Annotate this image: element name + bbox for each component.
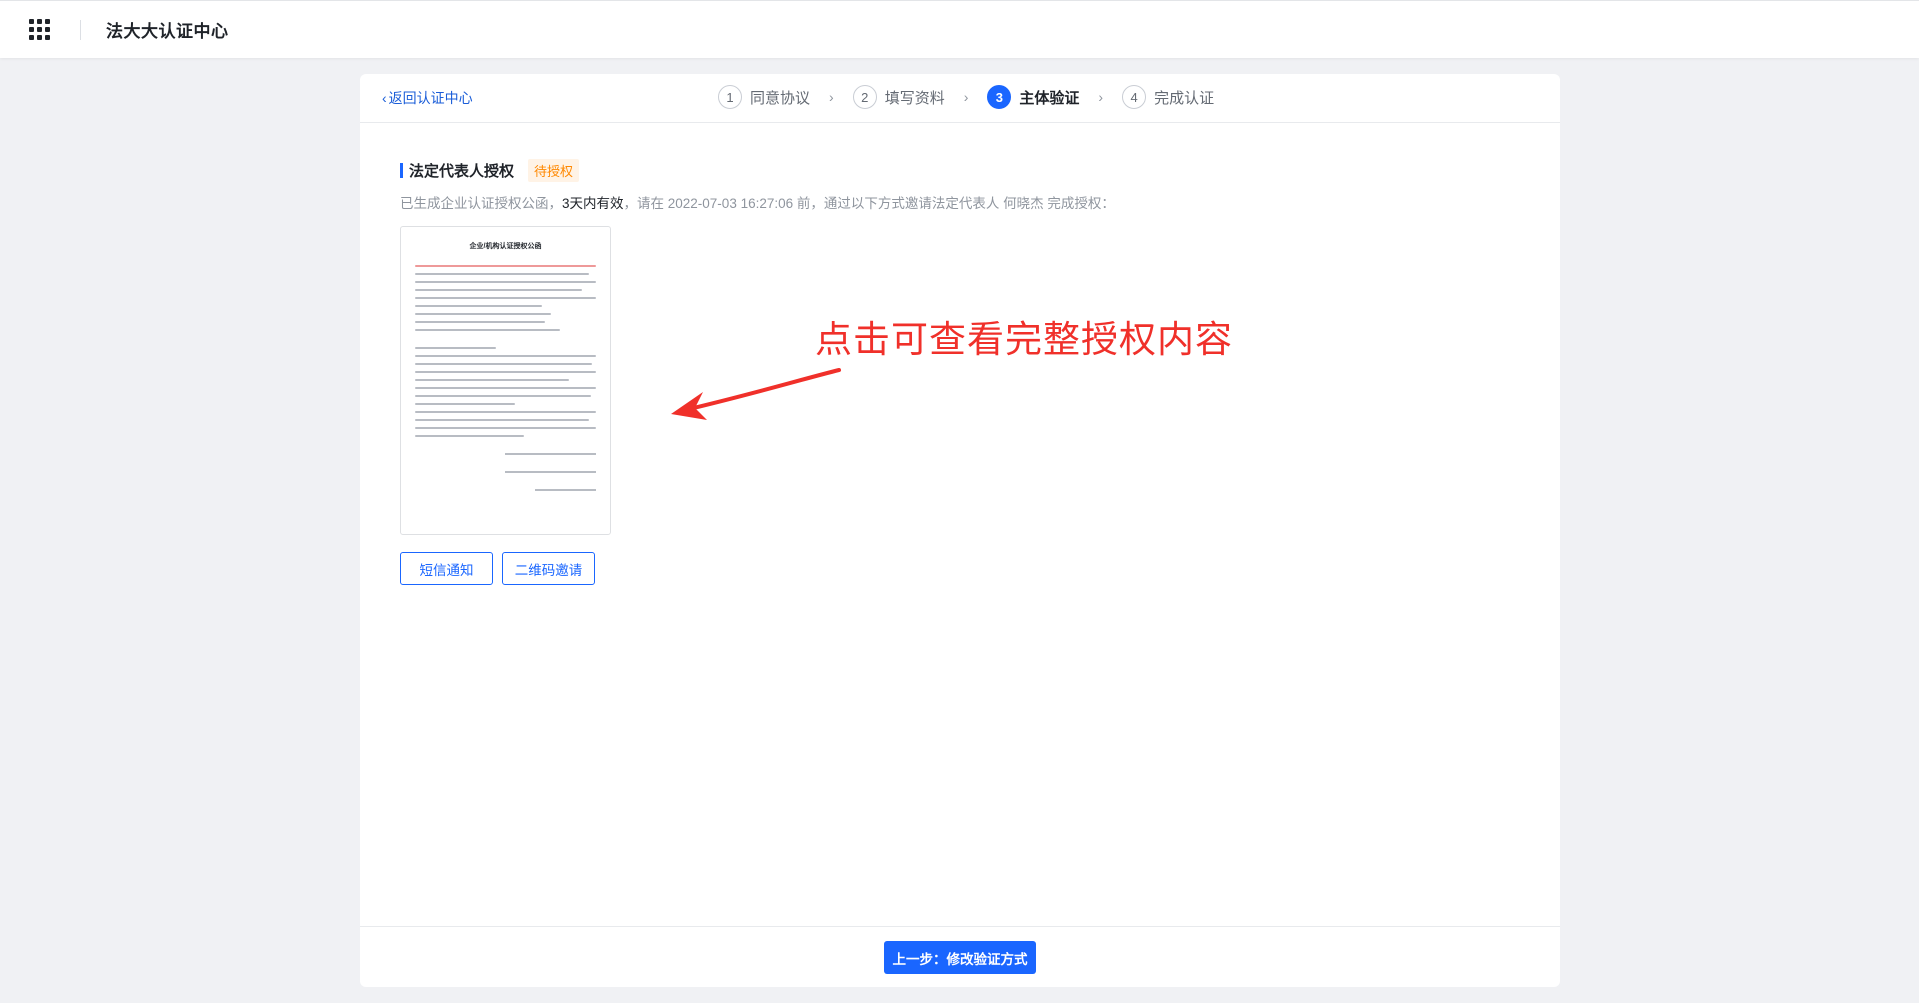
section-title: 法定代表人授权 待授权: [400, 159, 580, 182]
stepper: 1 同意协议 › 2 填写资料 › 3 主体验证 › 4 完成认证: [718, 85, 1214, 109]
chevron-left-icon: ‹: [382, 90, 387, 106]
step-2: 2 填写资料: [852, 85, 945, 109]
document-text-line: [415, 265, 596, 267]
document-signature-line: [505, 471, 596, 473]
document-text-line: [415, 281, 596, 283]
document-title: 企业/机构认证授权公函: [469, 243, 542, 250]
app-title: 法大大认证中心: [106, 22, 229, 41]
step-number: 3: [987, 85, 1012, 109]
divider: [80, 19, 81, 40]
grid-icon[interactable]: [29, 18, 51, 41]
document-text-line: [415, 387, 596, 389]
document-text-line: [415, 411, 596, 413]
step-1: 1 同意协议: [718, 85, 810, 109]
document-text-line: [415, 427, 596, 429]
document-text-line: [415, 363, 593, 365]
qr-invite-button[interactable]: 二维码邀请: [502, 552, 595, 585]
sms-notify-button[interactable]: 短信通知: [400, 552, 493, 585]
document-text-line: [415, 371, 596, 373]
document-text-line: [415, 305, 542, 307]
document-text-line: [415, 321, 546, 323]
back-link-label: 返回认证中心: [388, 90, 473, 106]
section-title-text: 法定代表人授权: [409, 163, 515, 180]
document-text-line: [415, 435, 524, 437]
main-card: ‹ 返回认证中心 1 同意协议 › 2 填写资料 › 3 主体验证 › 4 完成…: [360, 74, 1560, 987]
document-text-line: [415, 329, 560, 331]
step-number: 2: [852, 85, 877, 109]
document-date-line: [535, 489, 596, 491]
arrow-icon: [671, 368, 841, 420]
step-label: 填写资料: [884, 89, 945, 107]
title-accent-bar: [400, 163, 403, 178]
document-text-line: [415, 379, 569, 381]
description: 已生成企业认证授权公函，3天内有效，请在 2022-07-03 16:27:06…: [400, 192, 1115, 212]
document-text-line: [415, 297, 596, 299]
card-footer: 上一步：修改验证方式: [360, 926, 1560, 987]
desc-prefix: 已生成企业认证授权公函，: [400, 196, 562, 211]
document-signature-line: [505, 453, 596, 455]
desc-validity: 3天内有效: [562, 196, 624, 211]
document-text-line: [415, 347, 497, 349]
document-text-line: [415, 273, 589, 275]
annotation-text: 点击可查看完整授权内容: [815, 318, 1233, 361]
document-text-line: [415, 419, 589, 421]
card-header: ‹ 返回认证中心 1 同意协议 › 2 填写资料 › 3 主体验证 › 4 完成…: [360, 74, 1560, 123]
status-badge: 待授权: [528, 159, 580, 182]
step-number: 1: [718, 85, 742, 109]
document-text-line: [415, 313, 551, 315]
previous-step-button[interactable]: 上一步：修改验证方式: [884, 941, 1036, 974]
step-label: 完成认证: [1154, 89, 1215, 107]
step-3: 3 主体验证: [987, 85, 1079, 109]
chevron-right-icon: ›: [1098, 89, 1104, 105]
chevron-right-icon: ›: [963, 89, 969, 105]
step-4: 4 完成认证: [1122, 85, 1214, 109]
document-text-line: [415, 395, 591, 397]
step-label: 主体验证: [1019, 89, 1080, 107]
chevron-right-icon: ›: [829, 89, 834, 105]
step-label: 同意协议: [750, 89, 811, 107]
top-bar: 法大大认证中心: [0, 0, 1919, 58]
document-text-line: [415, 289, 582, 291]
back-link[interactable]: ‹ 返回认证中心: [382, 88, 473, 108]
step-number: 4: [1122, 85, 1147, 109]
desc-middle: ，请在 2022-07-03 16:27:06 前，通过以下方式邀请法定代表人 …: [623, 196, 1115, 211]
authorization-letter-thumbnail[interactable]: 企业/机构认证授权公函: [400, 226, 611, 535]
document-text-line: [415, 403, 515, 405]
document-text-line: [415, 355, 596, 357]
